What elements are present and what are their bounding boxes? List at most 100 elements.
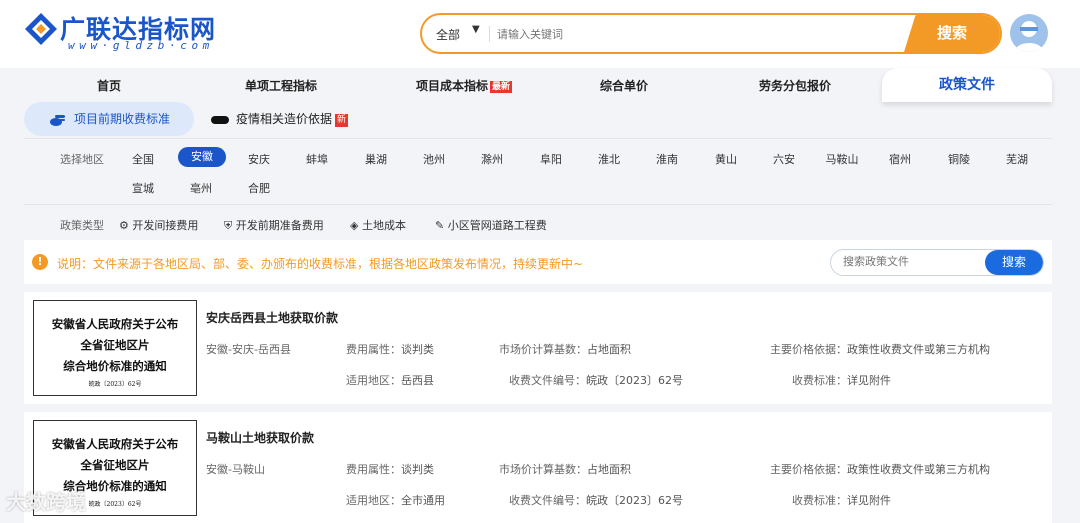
header: 广联达指标网 www·gldzb·com 全部 ▼ 搜索 — [0, 0, 1080, 68]
logo-url: www·gldzb·com — [68, 39, 214, 52]
search-divider — [489, 26, 490, 42]
doc-location: 安徽-马鞍山 — [206, 463, 265, 476]
doc-search: 搜索 — [830, 249, 1044, 276]
latest-badge: 最新 — [490, 81, 513, 93]
doc-search-button[interactable]: 搜索 — [985, 250, 1043, 275]
logo-mark-icon — [25, 13, 57, 45]
calc-base-value: 占地面积 — [587, 463, 631, 476]
fee-standard-label: 收费标准： — [792, 494, 847, 507]
applicable-area-label: 适用地区： — [346, 494, 401, 507]
price-basis: 主要价格依据：政策性收费文件或第三方机构 — [770, 341, 990, 357]
fee-attr: 费用属性：谈判类 — [346, 341, 434, 357]
fee-standard: 收费标准：详见附件 — [792, 372, 891, 388]
type-pipe-road-cost-label: 小区管网道路工程费 — [447, 219, 547, 232]
region-option[interactable]: 芜湖 — [995, 151, 1039, 167]
new-badge: 新 — [335, 114, 349, 127]
region-option-active[interactable]: 安徽 — [178, 147, 226, 167]
region-option[interactable]: 六安 — [762, 151, 806, 167]
sub-tabs: 项目前期收费标准 疫情相关造价依据新 — [24, 102, 1052, 138]
search-button[interactable]: 搜索 — [904, 15, 1000, 52]
doc-card[interactable]: 安徽省人民政府关于公布 全省征地区片 综合地价标准的通知 皖政〔2023〕62号… — [24, 292, 1052, 404]
region-label: 选择地区 — [60, 153, 104, 166]
nav-project-cost-label: 项目成本指标 — [416, 79, 489, 93]
type-pipe-road-cost[interactable]: ✎ 小区管网道路工程费 — [435, 217, 547, 233]
thumb-doc-no: 皖政〔2023〕62号 — [88, 381, 142, 388]
tab-preliminary-fees[interactable]: 项目前期收费标准 — [24, 102, 194, 136]
region-option[interactable]: 滁州 — [470, 151, 514, 167]
type-indirect-cost[interactable]: ⚙ 开发间接费用 — [119, 217, 198, 233]
capsule-icon — [211, 115, 229, 124]
nav-single-project[interactable]: 单项工程指标 — [245, 77, 317, 94]
doc-title[interactable]: 马鞍山土地获取价款 — [206, 429, 314, 446]
type-prep-cost[interactable]: ⛨ 开发前期准备费用 — [224, 217, 324, 233]
applicable-area: 适用地区：全市通用 — [346, 492, 445, 508]
thumb-line: 综合地价标准的通知 — [63, 359, 167, 373]
applicable-area-value: 全市通用 — [401, 494, 445, 507]
fee-standard-value[interactable]: 详见附件 — [847, 374, 891, 387]
doc-title[interactable]: 安庆岳西县土地获取价款 — [206, 309, 338, 326]
region-option[interactable]: 淮南 — [645, 151, 689, 167]
region-option[interactable]: 亳州 — [179, 180, 223, 196]
fee-attr-value: 谈判类 — [401, 463, 434, 476]
applicable-area: 适用地区：岳西县 — [346, 372, 434, 388]
doc-number-label: 收费文件编号： — [509, 374, 586, 387]
filter-panel: 选择地区 全国 安徽 安庆 蚌埠 巢湖 池州 滁州 阜阳 淮北 淮南 黄山 六安… — [24, 138, 1052, 238]
region-option[interactable]: 池州 — [412, 151, 456, 167]
nav-labor-quote[interactable]: 劳务分包报价 — [759, 77, 831, 94]
shield-icon: ⛨ — [224, 219, 236, 232]
calc-base-label: 市场价计算基数： — [499, 343, 587, 356]
region-option[interactable]: 全国 — [121, 151, 165, 167]
calc-base: 市场价计算基数：占地面积 — [499, 341, 631, 357]
search-input[interactable] — [497, 23, 897, 45]
region-option[interactable]: 合肥 — [237, 180, 281, 196]
doc-card[interactable]: 安徽省人民政府关于公布 全省征地区片 综合地价标准的通知 皖政〔2023〕62号… — [24, 412, 1052, 523]
applicable-area-label: 适用地区： — [346, 374, 401, 387]
fee-attr-label: 费用属性： — [346, 463, 401, 476]
region-option[interactable]: 巢湖 — [354, 151, 398, 167]
calc-base-label: 市场价计算基数： — [499, 463, 587, 476]
gear-icon: ⚙ — [119, 219, 133, 232]
doc-search-input[interactable] — [843, 255, 983, 268]
fee-attr-value: 谈判类 — [401, 343, 434, 356]
nav-unit-price[interactable]: 综合单价 — [600, 77, 648, 94]
price-basis-label: 主要价格依据： — [770, 343, 847, 356]
coins-icon — [50, 114, 65, 126]
doc-number: 收费文件编号：皖政〔2023〕62号 — [509, 372, 683, 388]
fee-standard-value[interactable]: 详见附件 — [847, 494, 891, 507]
nav-home[interactable]: 首页 — [97, 77, 121, 94]
caret-down-icon[interactable]: ▼ — [472, 24, 480, 35]
search-scope-select[interactable]: 全部 — [436, 26, 460, 43]
doc-thumbnail[interactable]: 安徽省人民政府关于公布 全省征地区片 综合地价标准的通知 皖政〔2023〕62号 — [33, 300, 197, 396]
price-basis-value: 政策性收费文件或第三方机构 — [847, 343, 990, 356]
region-option[interactable]: 宣城 — [121, 180, 165, 196]
thumb-line: 安徽省人民政府关于公布 — [51, 437, 179, 451]
user-avatar[interactable] — [1010, 14, 1048, 52]
region-option[interactable]: 安庆 — [237, 151, 281, 167]
region-option[interactable]: 淮北 — [587, 151, 631, 167]
region-option[interactable]: 阜阳 — [529, 151, 573, 167]
nav-policy-docs[interactable]: 政策文件 — [882, 68, 1052, 102]
fee-standard-label: 收费标准： — [792, 374, 847, 387]
doc-location: 安徽-安庆-岳西县 — [206, 343, 291, 356]
fee-attr: 费用属性：谈判类 — [346, 461, 434, 477]
region-option[interactable]: 黄山 — [704, 151, 748, 167]
tab-epidemic-basis[interactable]: 疫情相关造价依据新 — [210, 102, 349, 136]
calc-base: 市场价计算基数：占地面积 — [499, 461, 631, 477]
tab-preliminary-fees-label: 项目前期收费标准 — [74, 112, 171, 126]
price-basis-value: 政策性收费文件或第三方机构 — [847, 463, 990, 476]
region-option[interactable]: 蚌埠 — [295, 151, 339, 167]
price-basis: 主要价格依据：政策性收费文件或第三方机构 — [770, 461, 990, 477]
calc-base-value: 占地面积 — [587, 343, 631, 356]
region-option[interactable]: 马鞍山 — [820, 151, 864, 167]
type-land-cost[interactable]: ◈ 土地成本 — [350, 217, 406, 233]
thumb-line: 全省征地区片 — [80, 338, 150, 352]
nav-project-cost[interactable]: 项目成本指标 最新 — [416, 77, 513, 94]
user-icon — [1015, 21, 1043, 52]
site-logo[interactable]: 广联达指标网 www·gldzb·com — [24, 10, 254, 56]
applicable-area-value: 岳西县 — [401, 374, 434, 387]
watermark-text: 大数跨境 — [6, 490, 86, 514]
tab-epidemic-basis-label: 疫情相关造价依据 — [236, 112, 333, 126]
region-option[interactable]: 宿州 — [878, 151, 922, 167]
thumb-line: 安徽省人民政府关于公布 — [51, 317, 179, 331]
region-option[interactable]: 铜陵 — [937, 151, 981, 167]
